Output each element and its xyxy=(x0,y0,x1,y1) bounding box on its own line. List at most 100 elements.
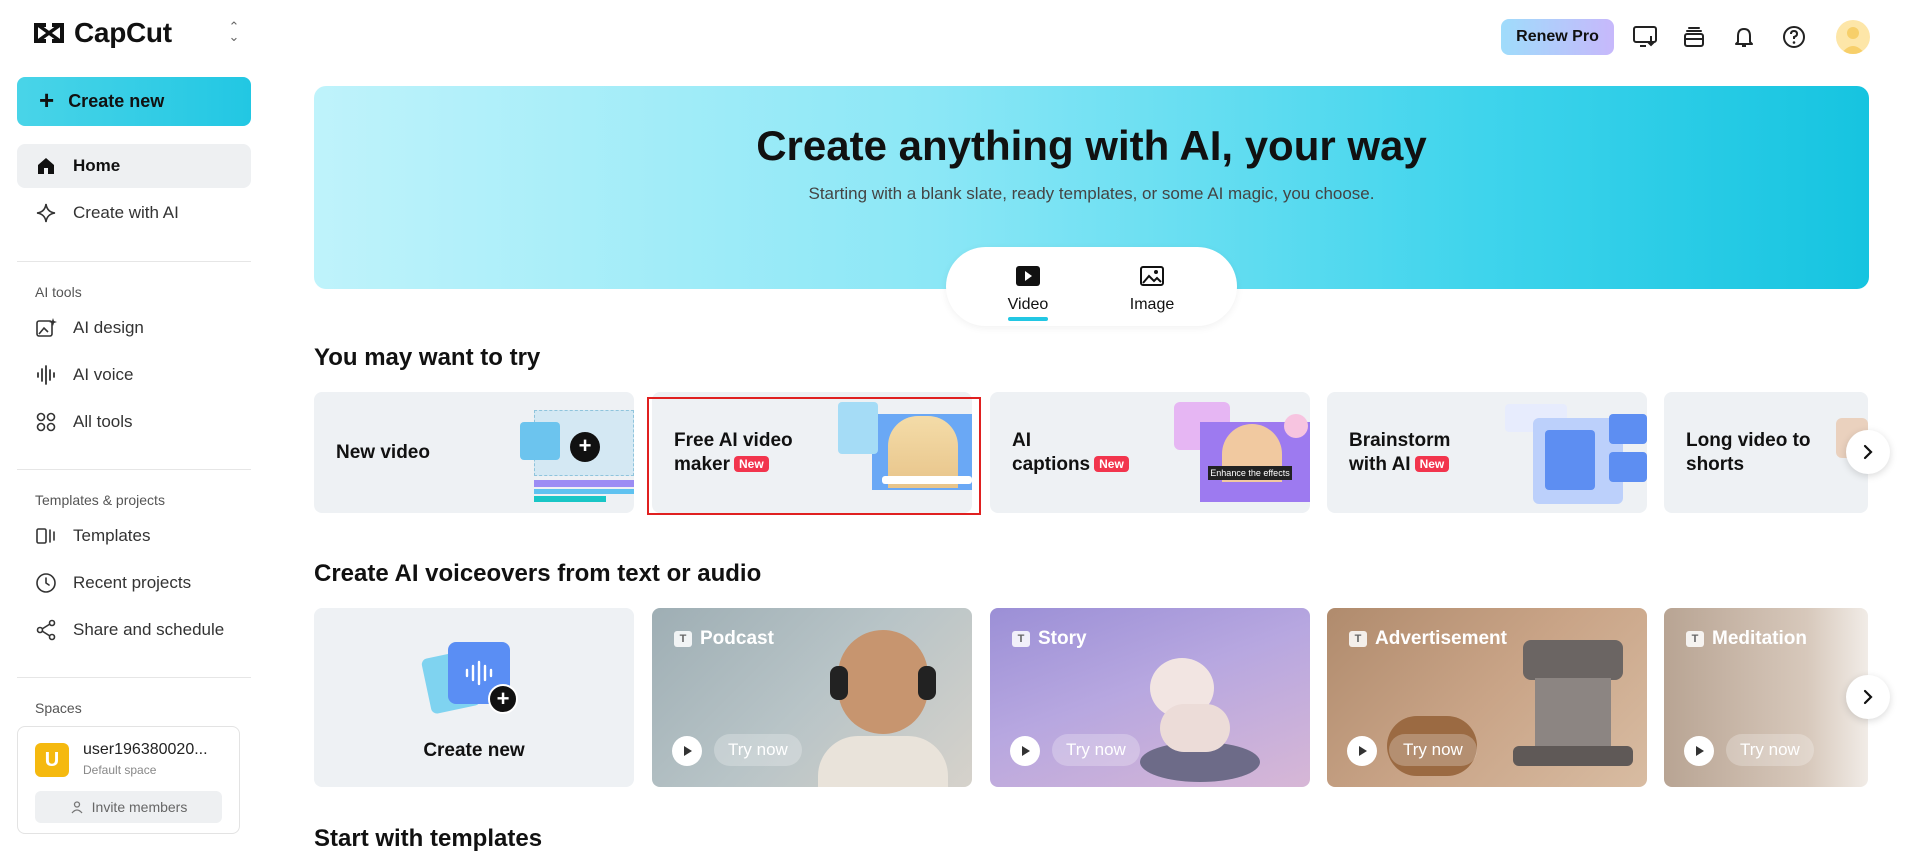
play-button[interactable] xyxy=(672,736,702,766)
sidebar-item-label: AI design xyxy=(73,318,144,337)
play-button[interactable] xyxy=(1347,736,1377,766)
tab-label: Image xyxy=(1129,296,1175,313)
help-icon[interactable] xyxy=(1779,22,1809,52)
sidebar-item-label: Share and schedule xyxy=(73,620,225,639)
try-now-button[interactable]: Try now xyxy=(1389,734,1477,766)
create-new-label: Create new xyxy=(68,91,165,111)
tab-image[interactable]: Image xyxy=(1112,265,1192,314)
card-label: Story xyxy=(1038,628,1087,649)
card-title: T Advertisement xyxy=(1349,628,1507,650)
sidebar-item-recent-projects[interactable]: Recent projects xyxy=(17,561,251,605)
card-title-line1: Long video to xyxy=(1686,430,1811,451)
card-create-voiceover[interactable]: + Create new xyxy=(314,608,634,787)
app-name: CapCut xyxy=(74,17,172,48)
carousel-next-button[interactable] xyxy=(1846,675,1890,719)
bell-icon[interactable] xyxy=(1729,22,1759,52)
play-button[interactable] xyxy=(1684,736,1714,766)
sidebar-item-templates[interactable]: Templates xyxy=(17,514,251,558)
card-meditation[interactable]: T Meditation Try now xyxy=(1664,608,1868,787)
create-new-label: Create new xyxy=(423,740,525,761)
card-podcast[interactable]: T Podcast Try now xyxy=(652,608,972,787)
mode-toggle: Video Image xyxy=(946,247,1237,326)
clock-icon xyxy=(35,572,57,594)
card-title-line1: AI xyxy=(1012,430,1031,451)
home-icon xyxy=(35,155,57,177)
card-ai-captions[interactable]: AI captions New Enhance the effects xyxy=(990,392,1310,513)
carousel-next-button[interactable] xyxy=(1846,430,1890,474)
section-title-templates: Start with templates xyxy=(314,825,543,852)
layers-icon[interactable] xyxy=(1679,22,1709,52)
plus-circle-icon: + xyxy=(570,432,600,462)
workspace-switcher-icon[interactable]: ⌃ ⌄ xyxy=(224,20,244,44)
sidebar-item-label: Templates xyxy=(73,526,151,545)
try-now-button[interactable]: Try now xyxy=(1726,734,1814,766)
space-subtitle: Default space xyxy=(83,763,157,777)
try-now-button[interactable]: Try now xyxy=(1052,734,1140,766)
capcut-logo[interactable]: CapCut xyxy=(32,17,172,49)
space-avatar: U xyxy=(35,743,69,777)
capcut-logo-icon xyxy=(34,23,64,43)
sidebar-item-label: Home xyxy=(73,156,121,175)
card-brainstorm-with-ai[interactable]: Brainstorm with AI New xyxy=(1327,392,1647,513)
sidebar-item-share-and-schedule[interactable]: Share and schedule xyxy=(17,608,251,652)
video-icon xyxy=(1016,266,1040,286)
card-label: Podcast xyxy=(700,628,774,649)
sidebar-item-create-with-ai[interactable]: Create with AI xyxy=(17,191,251,235)
selected-tab-indicator xyxy=(1008,317,1048,321)
sidebar-item-ai-voice[interactable]: AI voice xyxy=(17,353,251,397)
play-button[interactable] xyxy=(1010,736,1040,766)
new-video-illustration: + xyxy=(520,410,634,510)
card-free-ai-video-maker[interactable]: Free AI video maker New xyxy=(652,392,972,513)
sidebar: CapCut ⌃ ⌄ + Create new Home Create with … xyxy=(0,0,268,856)
invite-members-label: Invite members xyxy=(91,799,188,815)
coffee-machine-image xyxy=(1513,630,1633,780)
space-card[interactable]: U user196380020... Default space Invite … xyxy=(17,726,240,834)
card-story[interactable]: T Story Try now xyxy=(990,608,1310,787)
hero-subtitle: Starting with a blank slate, ready templ… xyxy=(808,184,1375,203)
card-title-line2: with AI xyxy=(1349,454,1411,475)
desktop-download-icon[interactable] xyxy=(1630,22,1660,52)
image-icon xyxy=(1140,266,1164,286)
waveform-icon xyxy=(465,660,493,686)
card-title-line2: maker xyxy=(674,454,730,475)
sidebar-item-label: All tools xyxy=(73,412,133,431)
card-label: Meditation xyxy=(1712,628,1807,649)
card-title-line1: Brainstorm xyxy=(1349,430,1451,451)
waveform-icon xyxy=(35,364,57,386)
sidebar-item-home[interactable]: Home xyxy=(17,144,251,188)
card-title: Brainstorm with AI New xyxy=(1349,429,1450,477)
sparkle-icon xyxy=(35,202,57,224)
renew-pro-button[interactable]: Renew Pro xyxy=(1501,19,1614,55)
new-badge: New xyxy=(1414,456,1450,472)
templates-projects-heading: Templates & projects xyxy=(35,492,165,508)
card-advertisement[interactable]: T Advertisement Try now xyxy=(1327,608,1647,787)
spaces-heading: Spaces xyxy=(35,700,82,716)
try-now-button[interactable]: Try now xyxy=(714,734,802,766)
card-long-video-to-shorts[interactable]: Long video to shorts xyxy=(1664,392,1868,513)
grid-icon xyxy=(35,411,57,433)
share-icon xyxy=(35,619,57,641)
sidebar-item-ai-design[interactable]: AI design xyxy=(17,306,251,350)
ai-tools-heading: AI tools xyxy=(35,284,82,300)
card-title: T Meditation xyxy=(1686,628,1807,650)
voiceover-create-icon: + xyxy=(420,642,518,722)
ai-captions-illustration: Enhance the effects xyxy=(1174,402,1310,502)
sidebar-item-all-tools[interactable]: All tools xyxy=(17,400,251,444)
section-title-try: You may want to try xyxy=(314,344,541,371)
new-badge: New xyxy=(1094,456,1129,472)
caption-overlay: Enhance the effects xyxy=(1208,466,1292,480)
invite-members-button[interactable]: Invite members xyxy=(35,791,222,823)
sidebar-item-label: Recent projects xyxy=(73,573,192,592)
card-title: T Story xyxy=(1012,628,1087,650)
create-new-button[interactable]: + Create new xyxy=(17,77,251,126)
card-title: T Podcast xyxy=(674,628,774,650)
template-icon xyxy=(35,525,57,547)
story-cat-image xyxy=(1120,638,1260,787)
image-sparkle-icon xyxy=(35,317,57,339)
card-title: Free AI video maker New xyxy=(674,429,793,477)
sidebar-item-label: Create with AI xyxy=(73,203,179,222)
tab-video[interactable]: Video xyxy=(988,265,1068,314)
space-name: user196380020... xyxy=(83,741,208,758)
card-new-video[interactable]: New video + xyxy=(314,392,634,513)
avatar[interactable] xyxy=(1836,20,1870,54)
